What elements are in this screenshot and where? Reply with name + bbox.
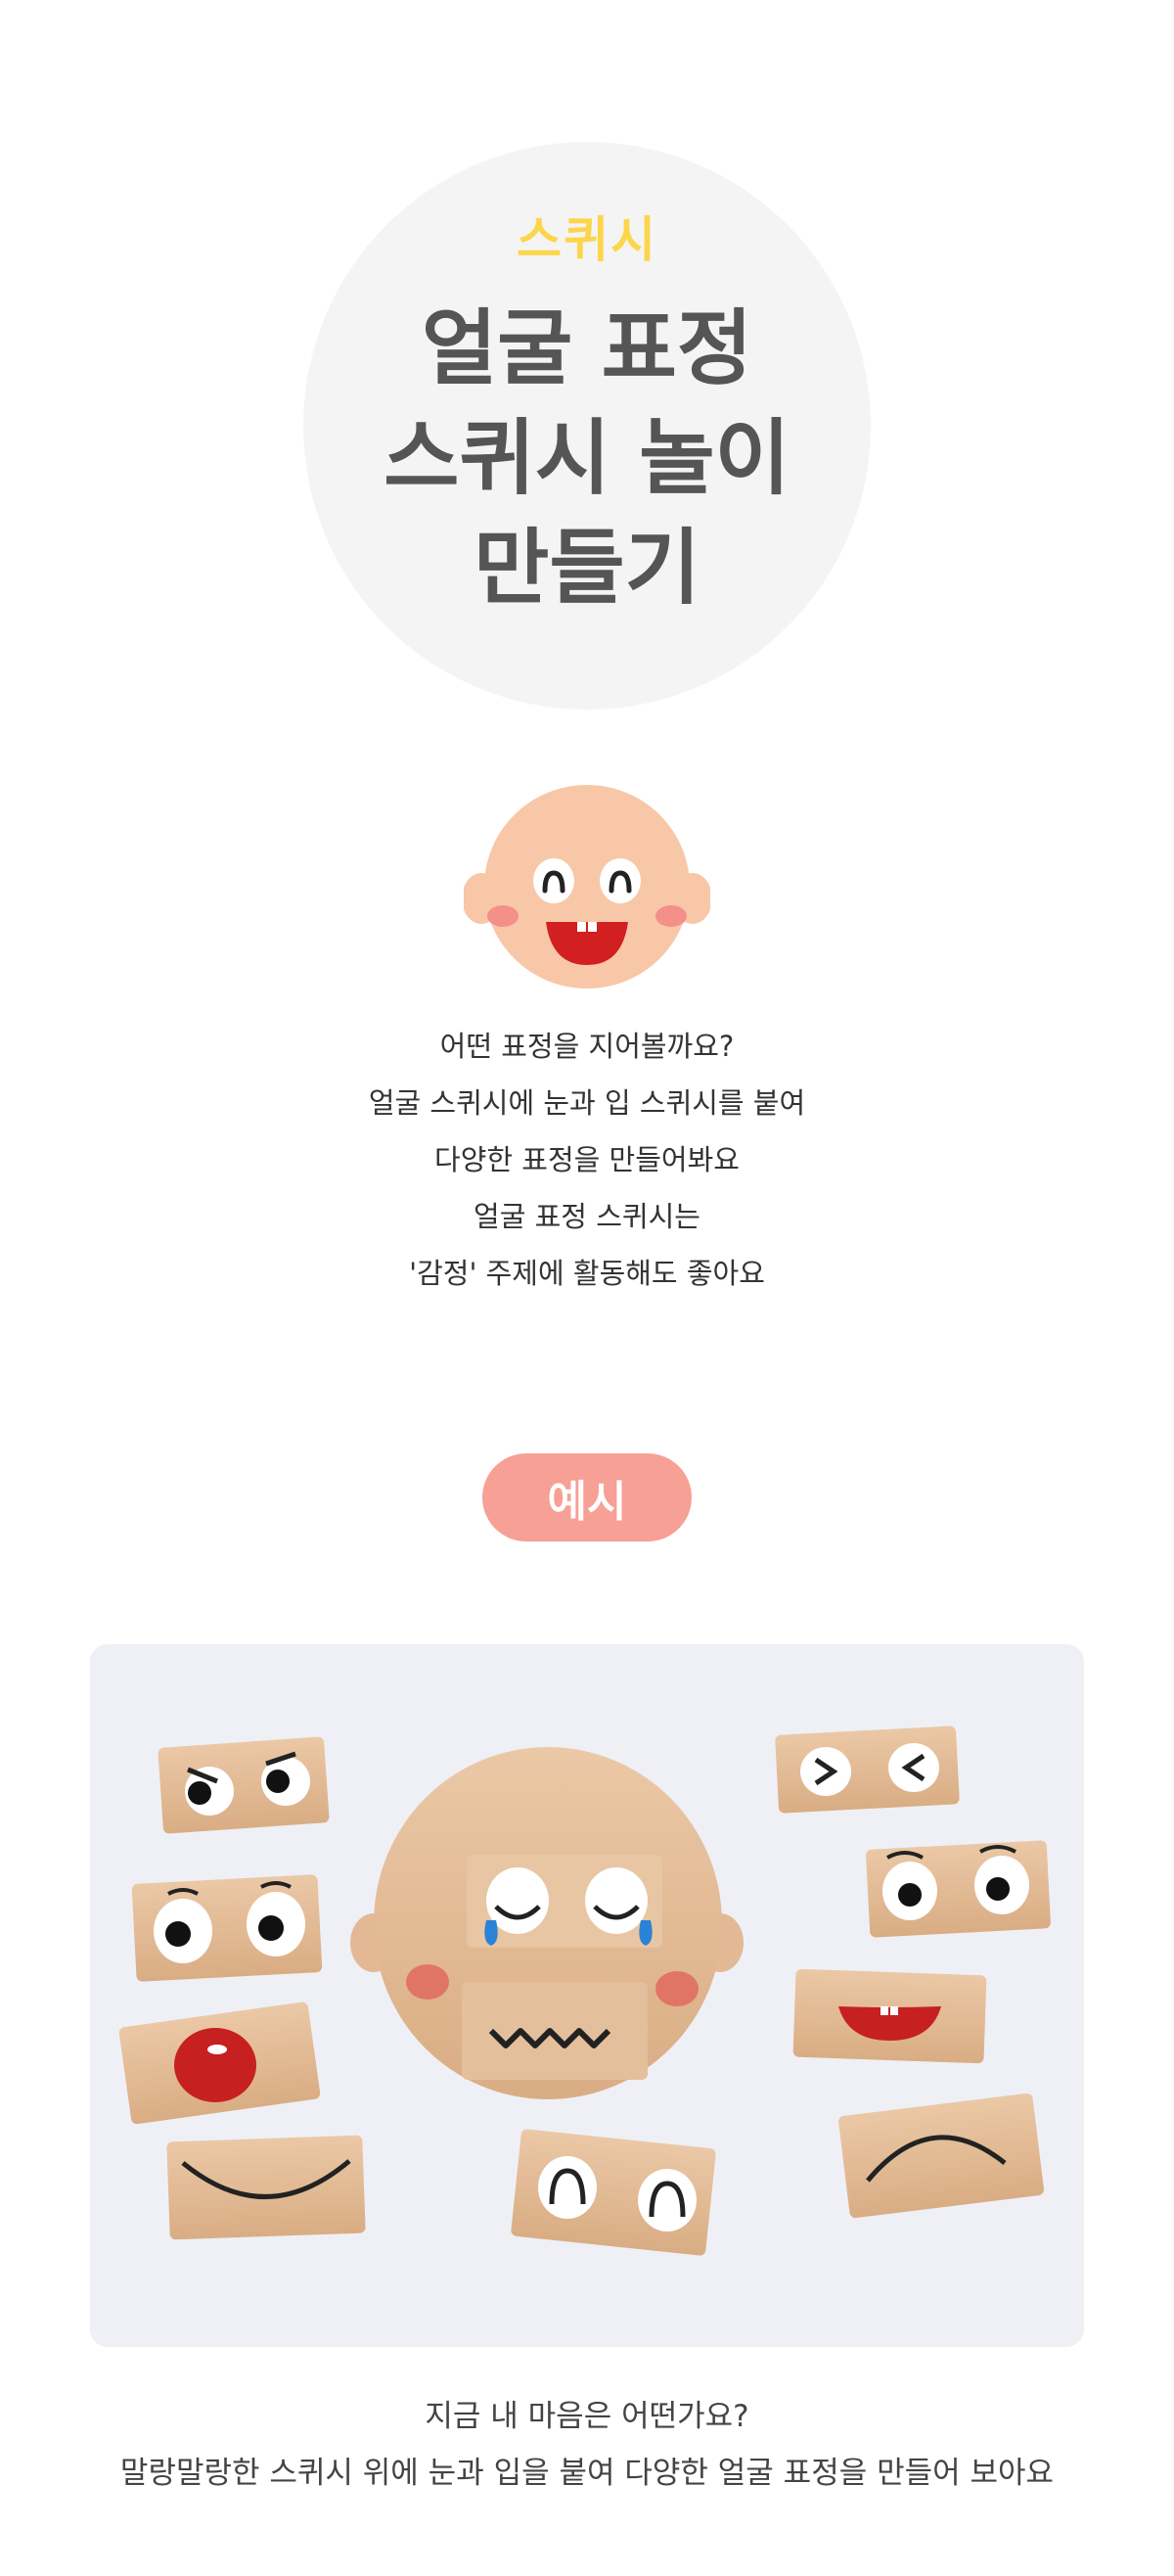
grin-mouth-squishy [792, 1968, 987, 2064]
example-badge: 예시 [482, 1453, 692, 1541]
hero-title: 얼굴 표정 스퀴시 놀이 만들기 [0, 294, 1174, 622]
description-line: 얼굴 표정 스퀴시는 [474, 1200, 700, 1233]
smile-mouth-squishy [166, 2135, 366, 2240]
squint-eyes-squishy [775, 1725, 960, 1814]
hero-title-line: 얼굴 표정 [421, 300, 753, 396]
description-line: 얼굴 스퀴시에 눈과 입 스퀴시를 붙여 [368, 1086, 806, 1120]
angry-eyes-squishy [158, 1736, 330, 1834]
happy-eyes-squishy [511, 2129, 716, 2256]
hero-title-line: 스퀴시 놀이 [384, 410, 790, 506]
description-line: '감정' 주제에 활동해도 좋아요 [409, 1257, 765, 1290]
photo-illustration [90, 1644, 1084, 2347]
big-eyes-squishy [131, 1874, 323, 1982]
hero-subtitle: 스퀴시 [517, 211, 657, 268]
surprised-eyes-squishy [866, 1840, 1051, 1938]
description-line: 어떤 표정을 지어볼까요? [439, 1030, 735, 1063]
squishy-pieces-photo [90, 1644, 1084, 2347]
caption: 지금 내 마음은 어떤가요? 말랑말랑한 스퀴시 위에 눈과 입을 붙여 다양한… [0, 2388, 1174, 2502]
description-line: 다양한 표정을 만들어봐요 [434, 1143, 740, 1176]
hero-title-line: 만들기 [474, 520, 700, 616]
caption-line: 말랑말랑한 스퀴시 위에 눈과 입을 붙여 다양한 얼굴 표정을 만들어 보아요 [119, 2456, 1055, 2491]
caption-line: 지금 내 마음은 어떤가요? [425, 2399, 749, 2434]
description: 어떤 표정을 지어볼까요? 얼굴 스퀴시에 눈과 입 스퀴시를 붙여 다양한 표… [0, 1018, 1174, 1302]
smiling-baby-face-icon [464, 785, 710, 989]
